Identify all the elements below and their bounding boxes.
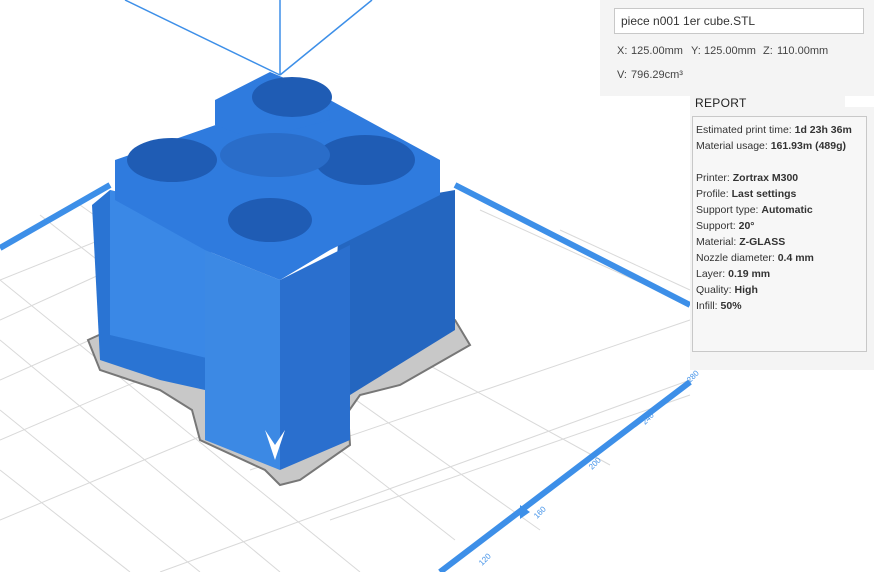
report-layer: Layer: 0.19 mm: [696, 268, 771, 280]
dim-x-label: X:: [617, 45, 628, 57]
report-material: Material: Z-GLASS: [696, 236, 786, 248]
filename-field[interactable]: piece n001 1er cube.STL: [614, 8, 864, 34]
ruler-tick-label: 160: [532, 504, 548, 520]
3d-model[interactable]: [92, 72, 455, 470]
dim-v-value: 796.29cm³: [631, 69, 683, 81]
report-print-time: Estimated print time: 1d 23h 36m: [696, 124, 852, 136]
report-quality: Quality: High: [696, 284, 758, 296]
dim-z-label: Z:: [763, 45, 773, 57]
report-support-type: Support type: Automatic: [696, 204, 813, 216]
dim-z-value: 110.00mm: [777, 45, 829, 57]
report-material-usage: Material usage: 161.93m (489g): [696, 140, 847, 152]
report-title: REPORT: [695, 96, 747, 110]
report-support: Support: 20°: [696, 220, 755, 232]
dim-y-label: Y:: [691, 45, 701, 57]
dim-x-value: 125.00mm: [631, 45, 683, 57]
report-profile: Profile: Last settings: [696, 188, 797, 200]
dim-v-label: V:: [617, 69, 627, 81]
report-infill: Infill: 50%: [696, 300, 742, 312]
report-printer: Printer: Zortrax M300: [696, 172, 799, 184]
report-nozzle: Nozzle diameter: 0.4 mm: [696, 252, 814, 264]
dim-y-value: 125.00mm: [704, 45, 756, 57]
report-box: Estimated print time: 1d 23h 36m Materia…: [692, 116, 867, 352]
axis-lines: [124, 0, 373, 76]
ruler-tick-label: 120: [477, 551, 493, 567]
report-panel-tab: [845, 96, 874, 107]
